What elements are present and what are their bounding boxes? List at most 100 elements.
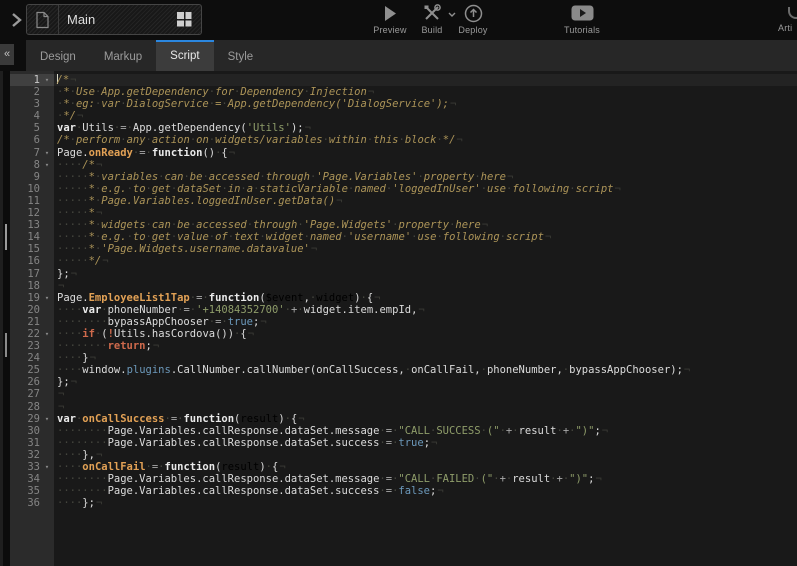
gutter-line-31[interactable]: 31 bbox=[10, 437, 54, 449]
gutter-line-36[interactable]: 36 bbox=[10, 497, 54, 509]
gutter-line-28[interactable]: 28 bbox=[10, 401, 54, 413]
rail-scroll-mark[interactable] bbox=[5, 333, 7, 357]
tab-style[interactable]: Style bbox=[214, 40, 268, 71]
artifacts-button[interactable]: Arti bbox=[770, 3, 797, 33]
code-area[interactable]: /*¬·*·Use·App.getDependency·for·Dependen… bbox=[54, 71, 797, 566]
gutter-line-17[interactable]: 17 bbox=[10, 268, 54, 280]
code-line[interactable]: };¬ bbox=[54, 376, 797, 388]
code-line[interactable]: ····},¬ bbox=[54, 449, 797, 461]
gutter-line-11[interactable]: 11 bbox=[10, 195, 54, 207]
gutter-line-2[interactable]: 2 bbox=[10, 86, 54, 98]
code-line[interactable]: var·onCallSuccess·=·function(result)·{¬ bbox=[54, 413, 797, 425]
collapse-left-panel-button[interactable]: « bbox=[0, 44, 14, 65]
gutter-line-12[interactable]: 12 bbox=[10, 207, 54, 219]
gutter-line-14[interactable]: 14 bbox=[10, 231, 54, 243]
gutter-line-18[interactable]: 18 bbox=[10, 280, 54, 292]
code-line[interactable]: ····}¬ bbox=[54, 352, 797, 364]
code-line[interactable]: ········Page.Variables.callResponse.data… bbox=[54, 473, 797, 485]
code-line[interactable]: };¬ bbox=[54, 268, 797, 280]
fold-arrow-icon bbox=[40, 485, 54, 497]
left-rail[interactable] bbox=[0, 71, 10, 566]
gutter-line-20[interactable]: 20 bbox=[10, 304, 54, 316]
preview-button[interactable]: Preview bbox=[368, 3, 412, 35]
gutter-line-21[interactable]: 21 bbox=[10, 316, 54, 328]
grid-icon[interactable] bbox=[176, 11, 193, 28]
code-line[interactable]: ········Page.Variables.callResponse.data… bbox=[54, 485, 797, 497]
code-line[interactable]: ·····*·'Page.Widgets.username.datavalue'… bbox=[54, 243, 797, 255]
script-editor[interactable]: 1▾234567▾8▾910111213141516171819▾202122▾… bbox=[10, 71, 797, 566]
code-line[interactable]: /*¬ bbox=[54, 74, 797, 86]
gutter-line-13[interactable]: 13 bbox=[10, 219, 54, 231]
gutter-line-22[interactable]: 22▾ bbox=[10, 328, 54, 340]
gutter-line-25[interactable]: 25 bbox=[10, 364, 54, 376]
gutter-line-6[interactable]: 6 bbox=[10, 134, 54, 146]
build-button[interactable]: Build bbox=[410, 3, 454, 35]
gutter-line-3[interactable]: 3 bbox=[10, 98, 54, 110]
code-line[interactable]: ·····*·widgets·can·be·accessed·through·'… bbox=[54, 219, 797, 231]
code-line[interactable]: ·····*·e.g.·to·get·dataSet·in·a·staticVa… bbox=[54, 183, 797, 195]
code-line[interactable]: ····var·phoneNumber·=·'+14084352700'·+·w… bbox=[54, 304, 797, 316]
fold-arrow-icon[interactable]: ▾ bbox=[40, 328, 54, 340]
deploy-button[interactable]: Deploy bbox=[451, 3, 495, 35]
code-line[interactable]: ····onCallFail·=·function(result)·{¬ bbox=[54, 461, 797, 473]
gutter-line-23[interactable]: 23 bbox=[10, 340, 54, 352]
tab-script[interactable]: Script bbox=[156, 40, 213, 71]
gutter-line-5[interactable]: 5 bbox=[10, 122, 54, 134]
gutter-line-27[interactable]: 27 bbox=[10, 388, 54, 400]
code-line[interactable]: ·····*·Page.Variables.loggedInUser.getDa… bbox=[54, 195, 797, 207]
code-line[interactable]: ········Page.Variables.callResponse.data… bbox=[54, 425, 797, 437]
gutter-line-26[interactable]: 26 bbox=[10, 376, 54, 388]
gutter-line-7[interactable]: 7▾ bbox=[10, 147, 54, 159]
code-line[interactable]: ¬ bbox=[54, 401, 797, 413]
code-line[interactable]: ·*·eg:·var·DialogService·=·App.getDepend… bbox=[54, 98, 797, 110]
code-line[interactable]: ····window.plugins.CallNumber.callNumber… bbox=[54, 364, 797, 376]
gutter-line-33[interactable]: 33▾ bbox=[10, 461, 54, 473]
fold-arrow-icon[interactable]: ▾ bbox=[40, 147, 54, 159]
code-line[interactable]: ····/*¬ bbox=[54, 159, 797, 171]
code-line[interactable]: ····if·(!Utils.hasCordova())·{¬ bbox=[54, 328, 797, 340]
gutter-line-19[interactable]: 19▾ bbox=[10, 292, 54, 304]
code-line[interactable]: ·····*¬ bbox=[54, 207, 797, 219]
fold-arrow-icon[interactable]: ▾ bbox=[40, 74, 54, 86]
code-line[interactable]: ········return;¬ bbox=[54, 340, 797, 352]
gutter-line-35[interactable]: 35 bbox=[10, 485, 54, 497]
tab-markup[interactable]: Markup bbox=[90, 40, 156, 71]
page-selector[interactable]: Main bbox=[26, 4, 202, 35]
code-line[interactable]: Page.onReady·=·function()·{¬ bbox=[54, 147, 797, 159]
code-line[interactable]: /*·perform·any·action·on·widgets/variabl… bbox=[54, 134, 797, 146]
fold-arrow-icon[interactable]: ▾ bbox=[40, 461, 54, 473]
gutter-line-9[interactable]: 9 bbox=[10, 171, 54, 183]
tab-design[interactable]: Design bbox=[26, 40, 90, 71]
gutter-line-24[interactable]: 24 bbox=[10, 352, 54, 364]
code-line[interactable]: ·····*·e.g.·to·get·value·of·text·widget·… bbox=[54, 231, 797, 243]
tutorials-button[interactable]: Tutorials bbox=[558, 3, 606, 35]
gutter-line-4[interactable]: 4 bbox=[10, 110, 54, 122]
code-line[interactable]: ¬ bbox=[54, 280, 797, 292]
code-token: true bbox=[228, 316, 253, 328]
gutter-line-30[interactable]: 30 bbox=[10, 425, 54, 437]
code-line[interactable]: ·*/¬ bbox=[54, 110, 797, 122]
code-line[interactable]: ········Page.Variables.callResponse.data… bbox=[54, 437, 797, 449]
gutter-line-29[interactable]: 29▾ bbox=[10, 413, 54, 425]
code-line[interactable]: ····};¬ bbox=[54, 497, 797, 509]
gutter-line-32[interactable]: 32 bbox=[10, 449, 54, 461]
fold-arrow-icon[interactable]: ▾ bbox=[40, 292, 54, 304]
code-line[interactable]: ·····*/¬ bbox=[54, 255, 797, 267]
gutter-line-8[interactable]: 8▾ bbox=[10, 159, 54, 171]
rail-scroll-mark[interactable] bbox=[5, 224, 7, 250]
gutter-line-34[interactable]: 34 bbox=[10, 473, 54, 485]
fold-arrow-icon[interactable]: ▾ bbox=[40, 413, 54, 425]
code-line[interactable]: ·*·Use·App.getDependency·for·Dependency·… bbox=[54, 86, 797, 98]
code-line[interactable]: var·Utils·=·App.getDependency('Utils');¬ bbox=[54, 122, 797, 134]
fold-arrow-icon[interactable]: ▾ bbox=[40, 159, 54, 171]
code-line[interactable]: Page.EmployeeList1Tap·=·function($event,… bbox=[54, 292, 797, 304]
code-line[interactable]: ¬ bbox=[54, 388, 797, 400]
newline-marker: ¬ bbox=[507, 171, 513, 183]
gutter-line-16[interactable]: 16 bbox=[10, 255, 54, 267]
gutter-line-10[interactable]: 10 bbox=[10, 183, 54, 195]
code-line[interactable]: ········bypassAppChooser·=·true;¬ bbox=[54, 316, 797, 328]
expand-panel-button[interactable] bbox=[7, 11, 25, 29]
gutter-line-1[interactable]: 1▾ bbox=[10, 74, 54, 86]
code-line[interactable]: ·····*·variables·can·be·accessed·through… bbox=[54, 171, 797, 183]
gutter-line-15[interactable]: 15 bbox=[10, 243, 54, 255]
